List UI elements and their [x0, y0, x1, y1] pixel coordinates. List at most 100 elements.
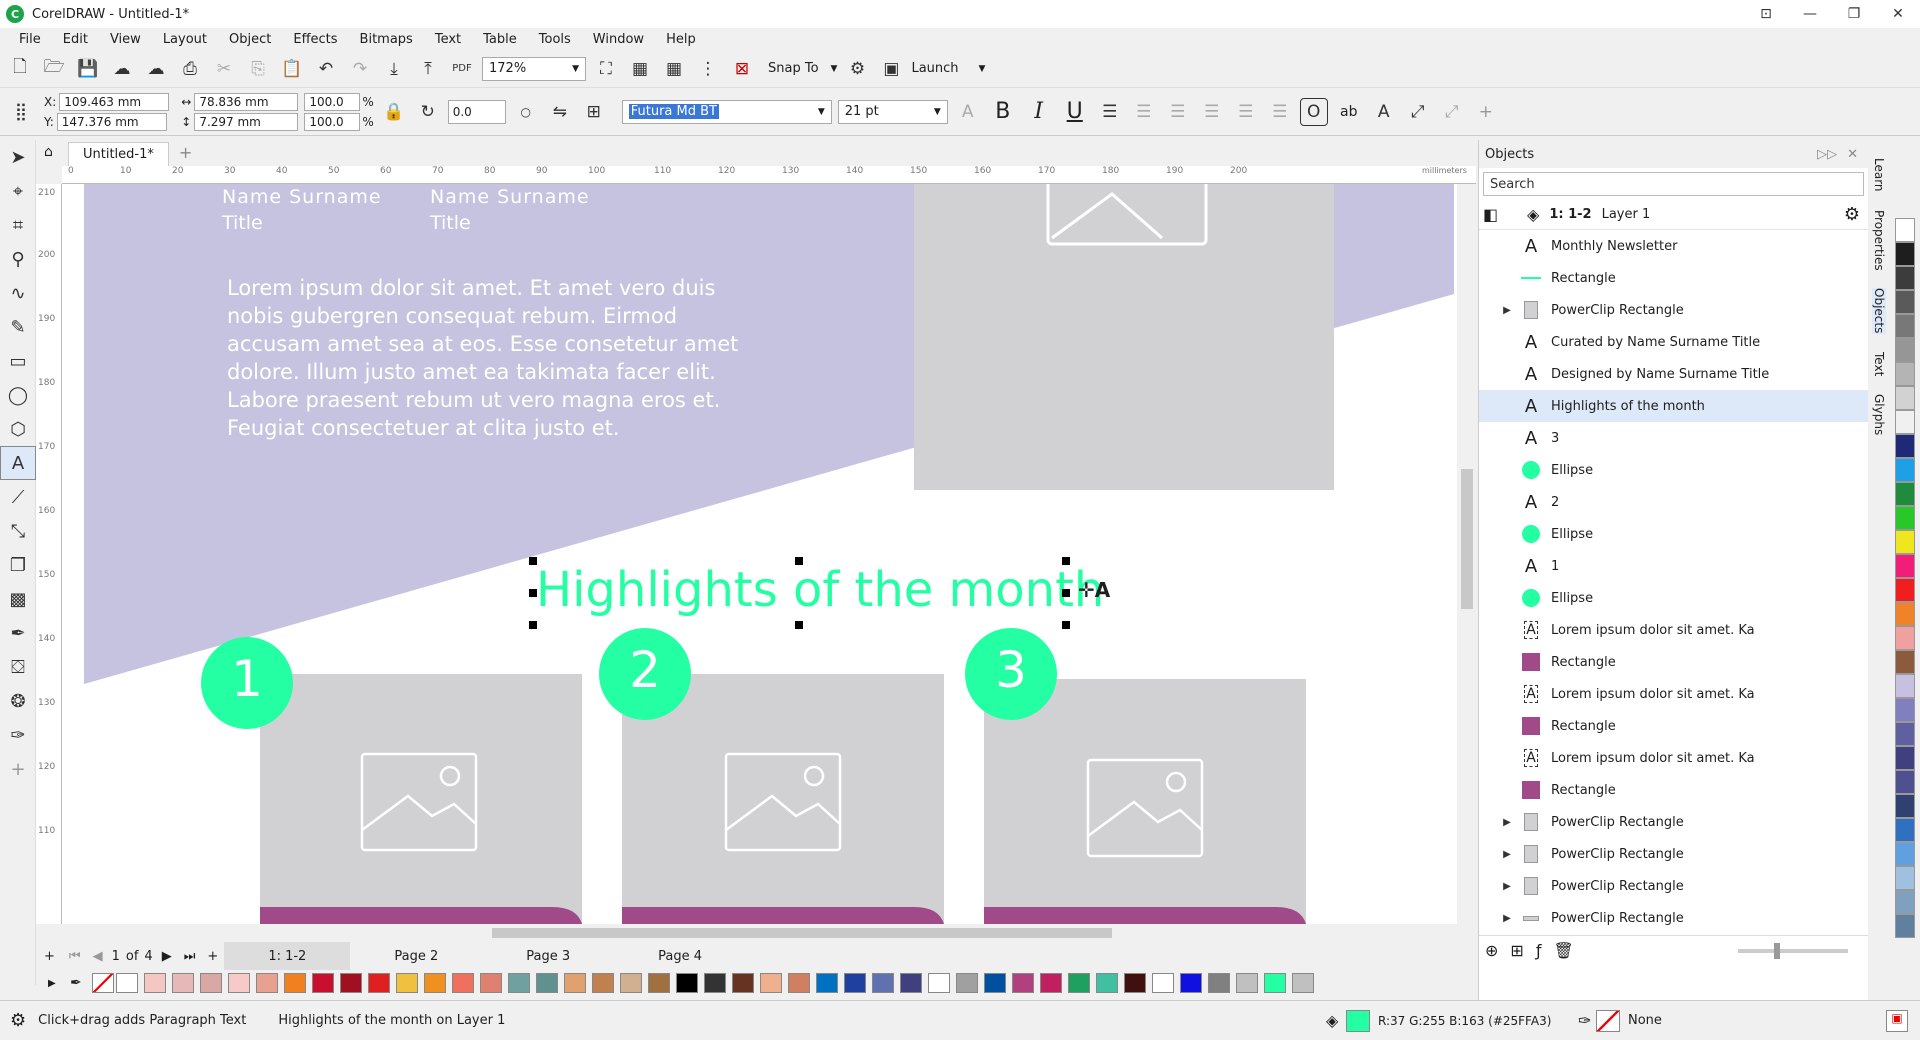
- snap-chevron-icon[interactable]: ▼: [831, 64, 838, 74]
- object-row[interactable]: A1: [1479, 550, 1868, 582]
- ellipse-tool-icon[interactable]: ◯: [0, 378, 36, 412]
- menu-effects[interactable]: Effects: [282, 32, 348, 47]
- drop-cap-icon[interactable]: ☰: [1198, 98, 1226, 126]
- palette-swatch[interactable]: [1895, 554, 1915, 578]
- selection-handle-tl[interactable]: [529, 557, 537, 565]
- copy-icon[interactable]: ⎘: [244, 55, 272, 83]
- object-row[interactable]: A Curated by Name Surname Title: [1479, 326, 1868, 358]
- text-frame-icon[interactable]: ⤢: [1404, 98, 1432, 126]
- palette-swatch[interactable]: [1895, 218, 1915, 242]
- open-folder-icon[interactable]: 🗁: [40, 55, 68, 83]
- artistic-media-icon[interactable]: ✎: [0, 310, 36, 344]
- palette-swatch[interactable]: [1180, 973, 1202, 993]
- object-row[interactable]: A Lorem ipsum dolor sit amet. Ka: [1479, 678, 1868, 710]
- palette-swatch[interactable]: [1895, 794, 1915, 818]
- selection-handle-bm[interactable]: [795, 621, 803, 629]
- font-size-select[interactable]: 21 pt ▼: [837, 99, 948, 124]
- palette-swatch[interactable]: [1895, 530, 1915, 554]
- cut-icon[interactable]: ✂: [210, 55, 238, 83]
- cloud-upload-icon[interactable]: ☁: [108, 55, 136, 83]
- palette-swatch[interactable]: [312, 973, 334, 993]
- palette-swatch[interactable]: [1124, 973, 1146, 993]
- object-row[interactable]: ▶ PowerClip Rectangle: [1479, 870, 1868, 902]
- palette-swatch[interactable]: [200, 973, 222, 993]
- palette-swatch[interactable]: [1895, 482, 1915, 506]
- vertical-ruler[interactable]: 210 200 190 180 170 160 150 140 130 120 …: [36, 184, 62, 924]
- expand-arrow-icon[interactable]: ▶: [1497, 913, 1517, 924]
- home-icon[interactable]: ⌂: [44, 144, 53, 160]
- palette-swatch[interactable]: [536, 973, 558, 993]
- rotation-angle-field[interactable]: 0.0: [447, 99, 506, 124]
- palette-swatch[interactable]: [1895, 890, 1915, 914]
- palette-swatch[interactable]: [1895, 242, 1915, 266]
- palette-swatch[interactable]: [760, 973, 782, 993]
- page-tab-3[interactable]: Page 3: [482, 942, 614, 970]
- tab-glyphs[interactable]: Glyphs: [1872, 394, 1886, 435]
- text-alignment-icon[interactable]: ⊞: [580, 98, 608, 126]
- selection-handle-tr[interactable]: [1062, 557, 1070, 565]
- launch-dropdown[interactable]: Launch: [911, 61, 958, 76]
- layer-view-icon[interactable]: ◧: [1483, 205, 1498, 224]
- palette-swatch[interactable]: [1895, 650, 1915, 674]
- object-row[interactable]: A2: [1479, 486, 1868, 518]
- save-icon[interactable]: 💾: [74, 55, 102, 83]
- palette-swatch[interactable]: [1895, 746, 1915, 770]
- selection-handle-bl[interactable]: [529, 621, 537, 629]
- object-row[interactable]: Rectangle: [1479, 262, 1868, 294]
- palette-swatch[interactable]: [508, 973, 530, 993]
- palette-swatch[interactable]: [1292, 973, 1314, 993]
- status-gear-icon[interactable]: ⚙: [0, 1010, 38, 1031]
- number-2[interactable]: 2: [622, 641, 668, 699]
- import-icon[interactable]: ⤓: [380, 55, 408, 83]
- tab-objects[interactable]: Objects: [1872, 288, 1886, 334]
- palette-swatch[interactable]: [1895, 770, 1915, 794]
- palette-swatch[interactable]: [1895, 626, 1915, 650]
- palette-swatch[interactable]: [1895, 506, 1915, 530]
- object-row[interactable]: Rectangle: [1479, 710, 1868, 742]
- tab-learn[interactable]: Learn: [1872, 158, 1886, 192]
- menu-table[interactable]: Table: [472, 32, 528, 47]
- selection-handle-br[interactable]: [1062, 621, 1070, 629]
- docker-close-icon[interactable]: ✕: [1847, 147, 1858, 162]
- add-page-before-icon[interactable]: +: [36, 949, 63, 964]
- print-icon[interactable]: ⎙: [176, 55, 204, 83]
- palette-swatch[interactable]: [1895, 338, 1915, 362]
- palette-swatch[interactable]: [480, 973, 502, 993]
- last-page-icon[interactable]: ⏭: [178, 949, 202, 964]
- tab-properties[interactable]: Properties: [1872, 210, 1886, 271]
- tab-text[interactable]: Text: [1872, 352, 1886, 376]
- zoom-level-select[interactable]: 172% ▼: [482, 56, 586, 81]
- author-name-1[interactable]: Name Surname: [222, 186, 382, 208]
- horizontal-scrollbar[interactable]: [62, 924, 1457, 942]
- cloud-sync-icon[interactable]: ☁: [142, 55, 170, 83]
- palette-swatch[interactable]: [1895, 314, 1915, 338]
- minimize-button[interactable]: —: [1788, 0, 1832, 28]
- drawing-canvas[interactable]: Name Surname Title Name Surname Title Lo…: [62, 184, 1457, 924]
- selection-handle-mr[interactable]: [1062, 589, 1070, 597]
- delete-icon[interactable]: 🗑: [1553, 941, 1573, 960]
- palette-swatch[interactable]: [648, 973, 670, 993]
- zoom-slider[interactable]: [1738, 942, 1848, 959]
- object-row[interactable]: Ellipse: [1479, 518, 1868, 550]
- object-row[interactable]: Ellipse: [1479, 582, 1868, 614]
- menu-view[interactable]: View: [99, 32, 152, 47]
- new-layer-icon[interactable]: ⊕: [1485, 941, 1498, 960]
- palette-swatch[interactable]: [1152, 973, 1174, 993]
- palette-swatch[interactable]: [452, 973, 474, 993]
- object-row[interactable]: A Highlights of the month: [1479, 390, 1868, 422]
- objects-settings-gear-icon[interactable]: ⚙: [1844, 204, 1860, 225]
- color-proof-icon[interactable]: ▣: [1886, 1009, 1908, 1032]
- palette-swatch[interactable]: [1895, 674, 1915, 698]
- parallel-dimension-icon[interactable]: ⟋: [0, 480, 36, 514]
- expand-arrow-icon[interactable]: ▶: [1497, 881, 1517, 892]
- shape-tool-icon[interactable]: ⌖: [0, 174, 36, 208]
- pick-tool-icon[interactable]: ➤: [0, 140, 36, 174]
- object-row[interactable]: Rectangle: [1479, 646, 1868, 678]
- first-page-icon[interactable]: ⏮: [63, 949, 87, 964]
- palette-swatch[interactable]: [676, 973, 698, 993]
- palette-swatch[interactable]: [1895, 842, 1915, 866]
- author-title-2[interactable]: Title: [430, 212, 471, 234]
- drop-shadow-icon[interactable]: ❐: [0, 548, 36, 582]
- object-row[interactable]: ▶ PowerClip Rectangle: [1479, 838, 1868, 870]
- palette-swatch[interactable]: [1895, 290, 1915, 314]
